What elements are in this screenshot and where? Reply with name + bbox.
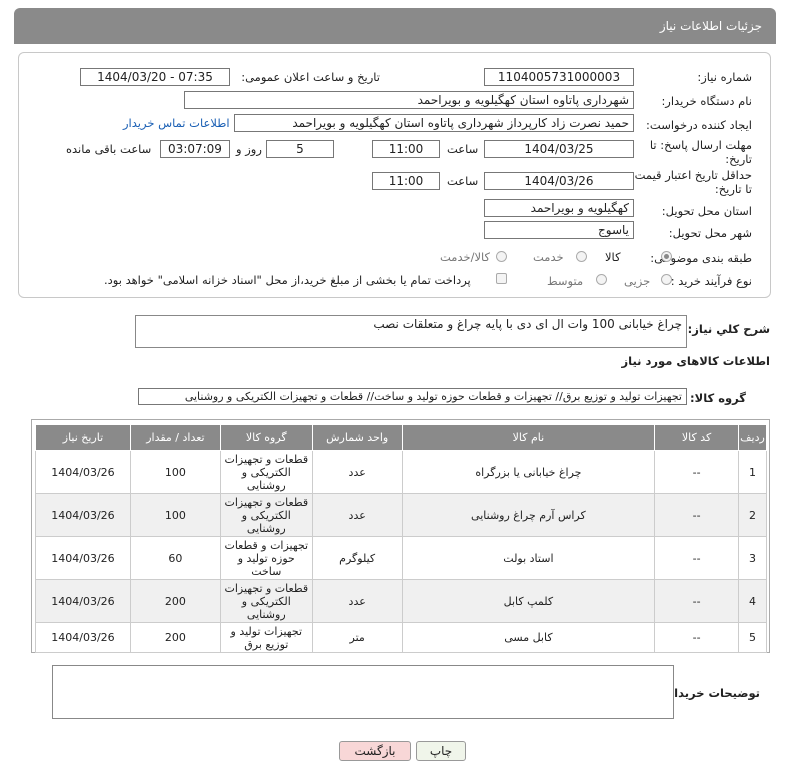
cell-row: 3: [738, 536, 767, 580]
goods-table: ردیف کد کالا نام کالا واحد شمارش گروه کا…: [35, 424, 767, 653]
cell-unit: عدد: [311, 579, 403, 623]
cell-code: --: [654, 579, 740, 623]
table-header-row: ردیف کد کالا نام کالا واحد شمارش گروه کا…: [35, 424, 767, 451]
cell-name: چراغ خیابانی یا بزرگراه: [401, 450, 656, 494]
province-label: استان محل تحویل:: [661, 204, 752, 218]
col-name: نام کالا: [401, 424, 656, 451]
table-row: 4 -- کلمپ کابل عدد قطعات و تجهیزات الکتریکی …: [35, 579, 767, 623]
description-field[interactable]: چراغ خیابانی 100 وات ال ای دی با پایه چر…: [135, 315, 687, 348]
cell-qty: 200: [129, 579, 221, 623]
creator-field: حمید نصرت زاد کارپرداز شهرداری پاتاوه اس…: [234, 114, 634, 132]
page-title: جزئیات اطلاعات نیاز: [659, 19, 762, 33]
category-radio-goods[interactable]: [661, 251, 672, 262]
reply-deadline-label: مهلت ارسال پاسخ: تا تاریخ:: [649, 138, 752, 166]
col-unit: واحد شمارش: [311, 424, 403, 451]
cell-code: --: [654, 450, 740, 494]
announce-label: تاریخ و ساعت اعلان عمومی:: [241, 70, 380, 84]
process-radio-medium[interactable]: [596, 274, 607, 285]
remaining-time-field: 03:07:09: [160, 140, 230, 158]
city-label: شهر محل تحویل:: [668, 226, 752, 240]
table-row: 1 -- چراغ خیابانی یا بزرگراه عدد قطعات و تجه…: [35, 450, 767, 494]
cell-unit: کیلوگرم: [311, 536, 403, 580]
reply-time-field: 11:00: [372, 140, 440, 158]
cell-code: --: [654, 493, 740, 537]
cell-unit: متر: [311, 622, 403, 653]
day-and-label: روز و: [236, 142, 262, 156]
validity-time-label: ساعت: [447, 174, 479, 188]
validity-time-field: 11:00: [372, 172, 440, 190]
cell-group: قطعات و تجهیزات الکتریکی و روشنایی: [219, 493, 313, 537]
cell-date: 1404/03/26: [35, 536, 131, 580]
cell-date: 1404/03/26: [35, 450, 131, 494]
category-option-goods: کالا: [605, 250, 621, 264]
col-group: گروه کالا: [219, 424, 313, 451]
goods-group-label: گروه کالا:: [690, 391, 746, 405]
cell-group: تجهیزات و قطعات حوزه تولید و ساخت: [219, 536, 313, 580]
cell-name: کلمپ کابل: [401, 579, 656, 623]
process-option-minor: جزیی: [624, 274, 651, 288]
price-validity-label: حداقل تاریخ اعتبار قیمت: تا تاریخ:: [630, 168, 752, 196]
table-row: 5 -- کابل مسی متر تجهیزات تولید و توزیع برق 2…: [35, 622, 767, 653]
col-date: تاریخ نیاز: [35, 424, 131, 451]
goods-group-field: تجهیزات تولید و توزیع برق// تجهیزات و قط…: [138, 388, 687, 405]
remaining-label: ساعت باقی مانده: [66, 142, 152, 156]
need-number-field: 1104005731000003: [484, 68, 634, 86]
buyer-org-field: شهرداری پاتاوه استان کهگیلویه و بویراحمد: [184, 91, 634, 109]
col-code: کد کالا: [654, 424, 740, 451]
cell-name: کراس آرم چراغ روشنایی: [401, 493, 656, 537]
col-row: ردیف: [738, 424, 767, 451]
cell-name: استاد بولت: [401, 536, 656, 580]
back-button[interactable]: بازگشت: [339, 741, 411, 761]
cell-group: تجهیزات تولید و توزیع برق: [219, 622, 313, 653]
cell-qty: 100: [129, 493, 221, 537]
creator-label: ایجاد کننده درخواست:: [646, 118, 752, 132]
cell-date: 1404/03/26: [35, 493, 131, 537]
process-option-medium: متوسط: [547, 274, 584, 288]
cell-code: --: [654, 536, 740, 580]
buyer-org-label: نام دستگاه خریدار:: [661, 94, 752, 108]
cell-date: 1404/03/26: [35, 579, 131, 623]
cell-qty: 100: [129, 450, 221, 494]
need-number-label: شماره نیاز:: [697, 70, 752, 84]
treasury-checkbox[interactable]: [496, 273, 507, 284]
process-label: نوع فرآیند خرید :: [670, 274, 752, 288]
treasury-note: پرداخت تمام یا بخشی از مبلغ خرید،از محل …: [104, 273, 471, 287]
cell-name: کابل مسی: [401, 622, 656, 653]
cell-group: قطعات و تجهیزات الکتریکی و روشنایی: [219, 579, 313, 623]
print-button[interactable]: چاپ: [416, 741, 466, 761]
cell-row: 5: [738, 622, 767, 653]
cell-row: 2: [738, 493, 767, 537]
validity-date-field: 1404/03/26: [484, 172, 634, 190]
buyer-contact-link[interactable]: اطلاعات تماس خریدار: [123, 116, 230, 130]
category-radio-service[interactable]: [576, 251, 587, 262]
cell-date: 1404/03/26: [35, 622, 131, 653]
cell-unit: عدد: [311, 493, 403, 537]
cell-code: --: [654, 622, 740, 653]
days-field: 5: [266, 140, 334, 158]
description-label: شرح کلي نياز:: [687, 322, 770, 336]
buyer-notes-field[interactable]: [52, 665, 674, 719]
cell-group: قطعات و تجهیزات الکتریکی و روشنایی: [219, 450, 313, 494]
category-option-goods-service: کالا/خدمت: [440, 250, 491, 264]
process-radio-minor[interactable]: [661, 274, 672, 285]
buyer-notes-label: توضیحات خریدار:: [662, 686, 760, 700]
announce-datetime-field: 1404/03/20 - 07:35: [80, 68, 230, 86]
col-qty: تعداد / مقدار: [129, 424, 221, 451]
cell-unit: عدد: [311, 450, 403, 494]
reply-time-label: ساعت: [447, 142, 479, 156]
reply-date-field: 1404/03/25: [484, 140, 634, 158]
table-row: 3 -- استاد بولت کیلوگرم تجهیزات و قطعات حوزه…: [35, 536, 767, 580]
cell-qty: 200: [129, 622, 221, 653]
cell-row: 4: [738, 579, 767, 623]
cell-qty: 60: [129, 536, 221, 580]
goods-info-title: اطلاعات کالاهای مورد نیاز: [621, 354, 770, 368]
category-option-service: خدمت: [533, 250, 564, 264]
category-radio-goods-service[interactable]: [496, 251, 507, 262]
table-row: 2 -- کراس آرم چراغ روشنایی عدد قطعات و تجهیز…: [35, 493, 767, 537]
cell-row: 1: [738, 450, 767, 494]
page-header: جزئیات اطلاعات نیاز: [14, 8, 776, 44]
province-field: کهگیلویه و بویراحمد: [484, 199, 634, 217]
city-field: یاسوج: [484, 221, 634, 239]
